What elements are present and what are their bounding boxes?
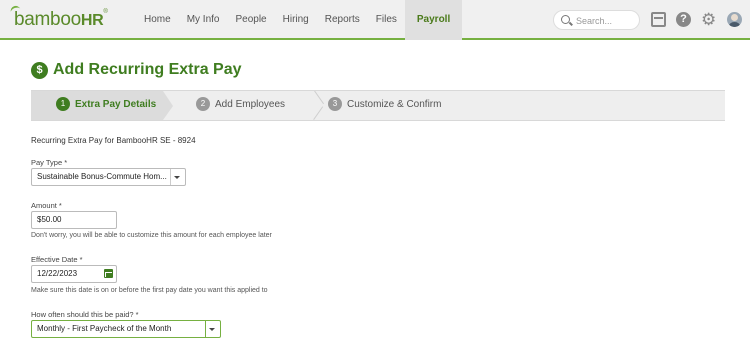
amount-field[interactable]: $50.00 (31, 211, 117, 229)
effective-date-label: Effective Date * (31, 255, 83, 264)
frequency-label: How often should this be paid? * (31, 310, 139, 319)
logo-text: bamboo (14, 9, 81, 30)
step-label: Add Employees (215, 98, 286, 110)
chevron-down-icon (209, 328, 215, 331)
search-icon (561, 15, 570, 24)
effective-date-hint: Make sure this date is on or before the … (31, 287, 268, 294)
nav-item-hiring[interactable]: Hiring (275, 0, 317, 40)
nav-item-people[interactable]: People (227, 0, 274, 40)
page-title: Add Recurring Extra Pay (53, 61, 242, 78)
step-number: 2 (196, 97, 210, 111)
step-label: Customize & Confirm (347, 98, 442, 110)
step-number: 3 (328, 97, 342, 111)
effective-date-value: 12/22/2023 (37, 269, 78, 278)
frequency-select[interactable]: Monthly - First Paycheck of the Month (31, 320, 221, 338)
effective-date-field[interactable]: 12/22/2023 (31, 265, 117, 283)
form-subtitle: Recurring Extra Pay for BambooHR SE - 89… (31, 136, 196, 145)
step-number: 1 (56, 97, 70, 111)
calendar-icon[interactable] (104, 269, 113, 278)
logo-hr-text: HR (80, 12, 104, 29)
main-nav: Home My Info People Hiring Reports Files… (136, 0, 463, 40)
pay-type-label: Pay Type * (31, 158, 68, 167)
nav-item-reports[interactable]: Reports (317, 0, 368, 40)
amount-hint: Don't worry, you will be able to customi… (31, 232, 272, 239)
bamboohr-logo[interactable]: bambooHR® (9, 4, 108, 31)
frequency-dropdown-toggle[interactable] (205, 321, 220, 337)
amount-label: Amount * (31, 201, 62, 210)
avatar[interactable] (727, 12, 742, 27)
nav-item-home[interactable]: Home (136, 0, 179, 40)
search-box[interactable] (553, 10, 640, 30)
frequency-value: Monthly - First Paycheck of the Month (37, 324, 172, 333)
logo-registered-mark: ® (103, 9, 108, 15)
top-nav-bar: bambooHR® Home My Info People Hiring Rep… (0, 0, 750, 40)
page-header: $ Add Recurring Extra Pay (31, 61, 242, 79)
step-divider (314, 91, 326, 120)
pay-type-select[interactable]: Sustainable Bonus-Commute Hom... (31, 168, 186, 186)
help-icon[interactable]: ? (676, 12, 691, 27)
pay-type-dropdown-toggle[interactable] (170, 169, 185, 185)
chevron-down-icon (174, 176, 180, 179)
inbox-icon[interactable] (651, 12, 666, 27)
step-extra-pay-details[interactable]: 1 Extra Pay Details (56, 97, 156, 111)
nav-item-my-info[interactable]: My Info (179, 0, 228, 40)
nav-item-payroll[interactable]: Payroll (404, 0, 463, 40)
dollar-icon: $ (31, 61, 48, 79)
nav-item-files[interactable]: Files (368, 0, 405, 40)
gear-icon[interactable]: ⚙ (701, 11, 716, 28)
step-add-employees[interactable]: 2 Add Employees (196, 97, 285, 111)
progress-stepper: 1 Extra Pay Details 2 Add Employees 3 Cu… (31, 90, 725, 121)
search-input[interactable] (576, 14, 636, 27)
pay-type-value: Sustainable Bonus-Commute Hom... (37, 172, 167, 181)
step-customize-confirm[interactable]: 3 Customize & Confirm (328, 97, 441, 111)
step-label: Extra Pay Details (75, 98, 157, 110)
